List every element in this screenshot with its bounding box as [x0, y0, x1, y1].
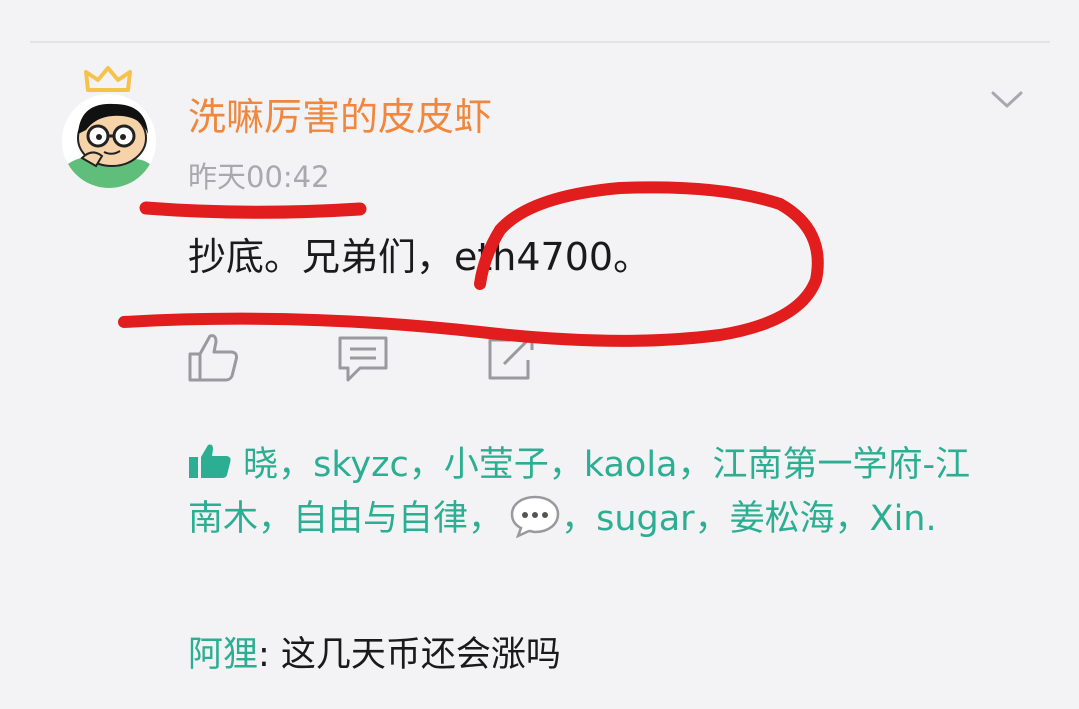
like-user[interactable]: 姜松海 [730, 499, 835, 539]
reply-username[interactable]: 阿狸 [188, 635, 258, 675]
reply-text: : 这几天币还会涨吗 [258, 635, 561, 675]
post-timestamp: 昨天00:42 [188, 160, 330, 194]
like-user[interactable]: sugar [596, 499, 694, 539]
reply-comment[interactable]: 阿狸: 这几天币还会涨吗 [188, 634, 561, 676]
avatar[interactable] [62, 94, 156, 188]
thumbs-up-filled-icon [189, 444, 231, 478]
chevron-down-icon[interactable] [990, 88, 1024, 112]
like-user[interactable]: 小莹子 [444, 445, 549, 485]
comment-icon[interactable] [336, 332, 390, 384]
like-user[interactable]: kaola [584, 445, 678, 485]
crown-icon [84, 66, 132, 92]
post-text: 抄底。兄弟们，eth4700。 [188, 235, 652, 279]
likes-list: 晓，skyzc，小莹子，kaola，江南第一学府-江南木，自由与自律， ，sug… [188, 444, 971, 539]
avatar-block[interactable] [62, 66, 156, 192]
avatar-cartoon-icon [62, 94, 156, 188]
like-user[interactable]: Xin. [870, 499, 937, 539]
speech-bubble-emoji-icon[interactable] [509, 494, 561, 538]
like-user[interactable]: skyzc [313, 445, 409, 485]
like-user[interactable]: 自由与自律 [293, 499, 468, 539]
like-user[interactable]: 晓 [243, 445, 278, 485]
thumbs-up-icon[interactable] [186, 332, 240, 384]
share-icon[interactable] [486, 332, 540, 384]
top-divider [30, 41, 1050, 43]
post-username[interactable]: 洗嘛厉害的皮皮虾 [188, 98, 492, 136]
timestamp-underline [139, 201, 367, 219]
